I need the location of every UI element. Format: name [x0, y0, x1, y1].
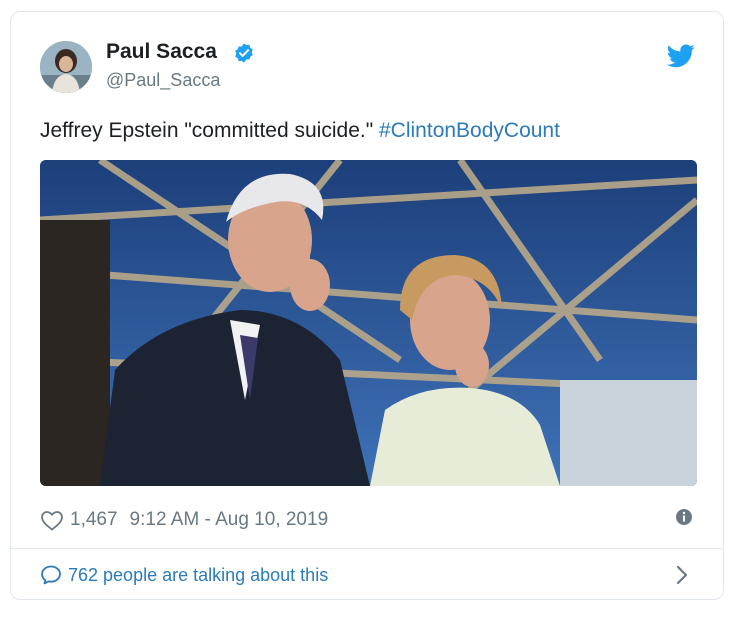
tweet-timestamp[interactable]: 9:12 AM - Aug 10, 2019	[130, 509, 329, 531]
verified-badge-icon	[235, 43, 253, 63]
hashtag-link[interactable]: #ClintonBodyCount	[379, 119, 560, 142]
speech-bubble-icon	[41, 565, 61, 585]
info-icon[interactable]	[675, 508, 693, 526]
tweet-text: Jeffrey Epstein "committed suicide." #Cl…	[40, 119, 560, 143]
avatar[interactable]	[40, 41, 92, 93]
avatar-image	[40, 41, 92, 93]
conversation-link[interactable]: 762 people are talking about this	[40, 562, 328, 588]
photo-image	[40, 160, 697, 486]
twitter-bird-icon[interactable]	[667, 44, 695, 68]
like-count[interactable]: 1,467	[70, 509, 118, 531]
tweet-meta: 1,467 9:12 AM - Aug 10, 2019	[40, 508, 328, 532]
chevron-right-icon[interactable]	[675, 565, 689, 585]
tweet-photo[interactable]	[40, 160, 697, 486]
tweet-card: Paul Sacca @Paul_Sacca Jeffrey Epstein "…	[10, 11, 724, 600]
tweet-body: Jeffrey Epstein "committed suicide."	[40, 119, 379, 142]
heart-icon[interactable]	[40, 509, 64, 531]
author-name[interactable]: Paul Sacca	[106, 40, 217, 64]
divider	[11, 548, 723, 549]
author-handle[interactable]: @Paul_Sacca	[106, 70, 220, 91]
conversation-label: 762 people are talking about this	[68, 564, 329, 585]
